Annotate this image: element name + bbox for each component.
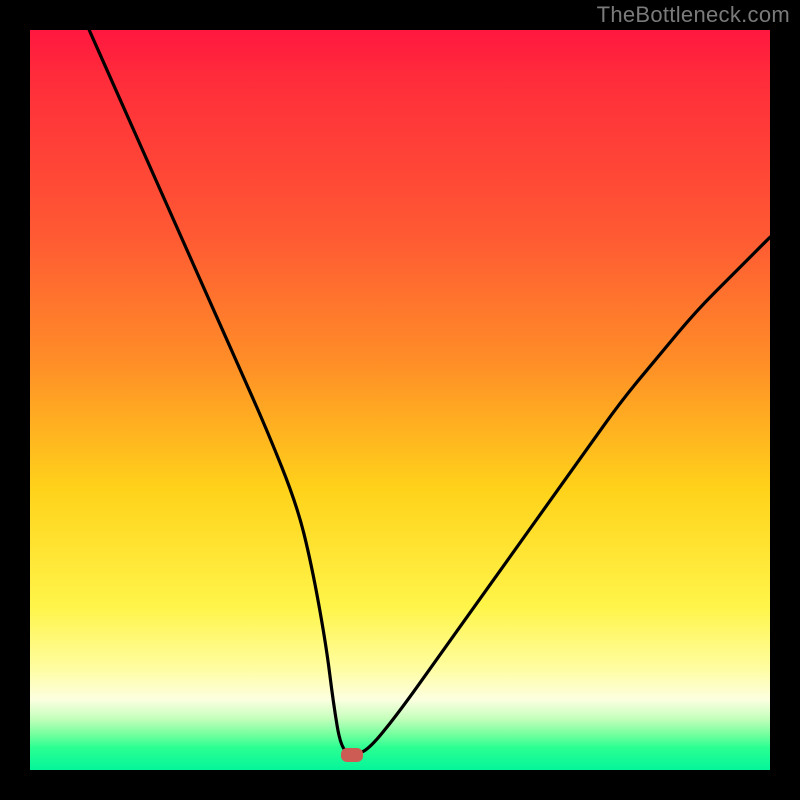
watermark-text: TheBottleneck.com — [597, 2, 790, 28]
bottleneck-marker — [341, 748, 363, 762]
bottleneck-curve — [30, 30, 770, 770]
chart-frame: TheBottleneck.com — [0, 0, 800, 800]
